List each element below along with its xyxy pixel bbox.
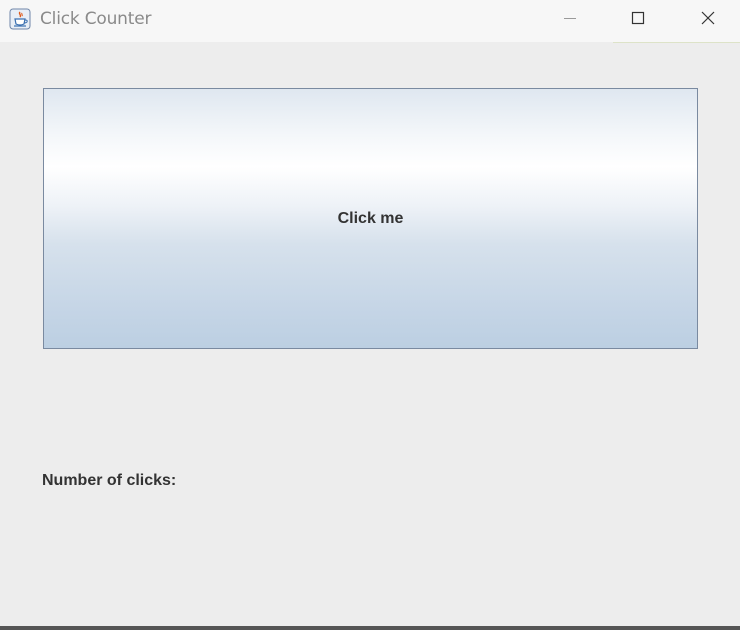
title-bar[interactable]: Click Counter xyxy=(0,0,740,42)
window-title: Click Counter xyxy=(40,9,152,29)
window-bottom-edge xyxy=(0,626,740,630)
maximize-icon xyxy=(630,10,646,31)
minimize-button[interactable] xyxy=(538,0,602,40)
close-button[interactable] xyxy=(676,0,740,40)
click-me-button[interactable]: Click me xyxy=(43,88,698,349)
minimize-icon xyxy=(562,10,578,31)
maximize-button[interactable] xyxy=(606,0,670,40)
number-of-clicks-label: Number of clicks: xyxy=(42,472,177,489)
content-pane: Click me Number of clicks: xyxy=(0,43,740,630)
java-cup-icon xyxy=(9,8,31,30)
click-me-label: Click me xyxy=(337,209,404,227)
app-window: Click Counter Click me Number of clicks: xyxy=(0,0,740,630)
close-icon xyxy=(700,10,716,31)
